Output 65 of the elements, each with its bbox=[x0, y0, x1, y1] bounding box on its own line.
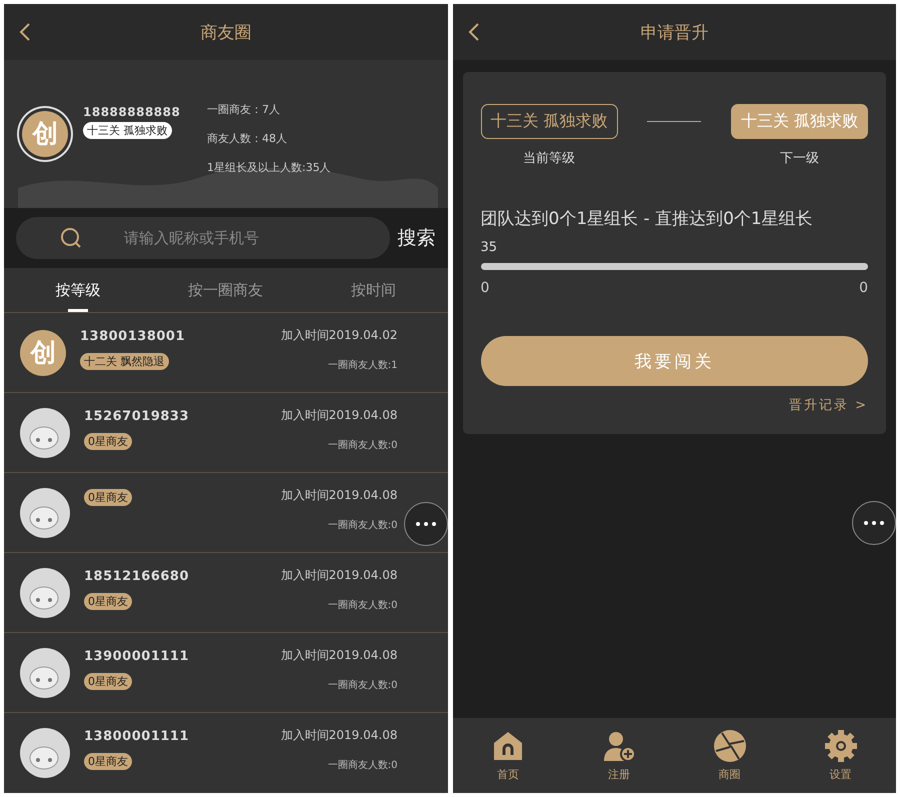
search-field[interactable]: 请输入昵称或手机号 bbox=[122, 228, 390, 248]
page-title: 申请晋升 bbox=[640, 22, 708, 44]
join-date: 加入时间2019.04.08 bbox=[280, 487, 398, 504]
level-badge: 0星商友 bbox=[84, 433, 132, 450]
level-badge: 0星商友 bbox=[84, 753, 132, 770]
page-title: 商友圈 bbox=[200, 22, 252, 44]
level-caption: 当前等级 bbox=[523, 150, 576, 167]
logo-avatar: 创 bbox=[20, 330, 66, 376]
search-box[interactable]: 请输入昵称或手机号 bbox=[16, 217, 390, 259]
cartoon-avatar-icon bbox=[20, 408, 70, 458]
search-icon bbox=[60, 227, 82, 249]
stat-text: 1星组长及以上人数:35人 bbox=[207, 160, 331, 174]
join-date: 加入时间2019.04.08 bbox=[280, 567, 398, 584]
back-icon[interactable] bbox=[18, 22, 32, 42]
cartoon-avatar-icon bbox=[20, 488, 70, 538]
cartoon-avatar-icon bbox=[20, 728, 70, 778]
cartoon-avatar-icon bbox=[20, 568, 70, 618]
tab[interactable]: 按时间 bbox=[300, 268, 448, 312]
progress-min: 0 bbox=[480, 280, 490, 296]
level-badge: 十三关 孤独求败 bbox=[83, 122, 172, 139]
friend-count: 一圈商友人数:0 bbox=[328, 518, 398, 532]
friend-count: 一圈商友人数:1 bbox=[328, 358, 398, 372]
tab[interactable]: 按一圈商友 bbox=[152, 268, 300, 312]
aperture-icon bbox=[712, 729, 747, 763]
phone-number: 13800138001 bbox=[80, 329, 186, 344]
more-icon bbox=[416, 522, 436, 526]
add-user-icon bbox=[602, 729, 636, 763]
nav-item[interactable]: 注册 bbox=[563, 718, 674, 793]
tab[interactable]: 按等级 bbox=[4, 268, 152, 312]
settings-icon bbox=[824, 729, 858, 763]
logo-avatar: 创 bbox=[22, 111, 68, 157]
floating-menu[interactable] bbox=[852, 501, 896, 545]
phone-number: 18888888888 bbox=[83, 105, 182, 119]
cartoon-avatar-icon bbox=[20, 648, 70, 698]
friend-count: 一圈商友人数:0 bbox=[328, 438, 398, 452]
phone-number: 15267019833 bbox=[84, 409, 190, 424]
phone-number: 18512166680 bbox=[84, 569, 190, 584]
level-badge: 0星商友 bbox=[84, 673, 132, 690]
join-date: 加入时间2019.04.08 bbox=[280, 407, 398, 424]
history-link[interactable]: 晋升记录 > bbox=[788, 396, 868, 414]
progress-max: 0 bbox=[859, 280, 868, 296]
level-badge: 十二关 飘然隐退 bbox=[80, 353, 168, 370]
join-date: 加入时间2019.04.08 bbox=[280, 647, 398, 664]
next-level-badge: 十三关 孤独求败 bbox=[730, 104, 868, 139]
phone-number: 13900001111 bbox=[84, 649, 190, 664]
back-icon[interactable] bbox=[466, 22, 480, 42]
progress-marker: 35 bbox=[480, 240, 498, 255]
join-date: 加入时间2019.04.02 bbox=[280, 327, 398, 344]
nav-item[interactable]: 首页 bbox=[452, 718, 564, 793]
friend-count: 一圈商友人数:0 bbox=[328, 678, 398, 692]
join-date: 加入时间2019.04.08 bbox=[280, 727, 398, 744]
friend-count: 一圈商友人数:0 bbox=[328, 758, 398, 772]
requirement-text: 团队达到0个1星组长 - 直推达到0个1星组长 bbox=[480, 208, 814, 230]
stat-text: 一圈商友：7人 bbox=[207, 102, 281, 116]
level-badge: 0星商友 bbox=[84, 489, 132, 506]
current-level-badge: 十三关 孤独求败 bbox=[480, 104, 618, 139]
phone-number: 13800001111 bbox=[84, 729, 190, 744]
more-icon bbox=[864, 521, 884, 525]
nav-item[interactable]: 设置 bbox=[785, 718, 896, 793]
search-button[interactable]: 搜索 bbox=[398, 225, 436, 251]
stat-text: 商友人数：48人 bbox=[207, 130, 288, 146]
nav-item[interactable]: 商圈 bbox=[674, 718, 786, 793]
level-badge: 0星商友 bbox=[84, 593, 132, 610]
level-caption: 下一级 bbox=[780, 150, 819, 167]
friend-count: 一圈商友人数:0 bbox=[328, 598, 398, 612]
